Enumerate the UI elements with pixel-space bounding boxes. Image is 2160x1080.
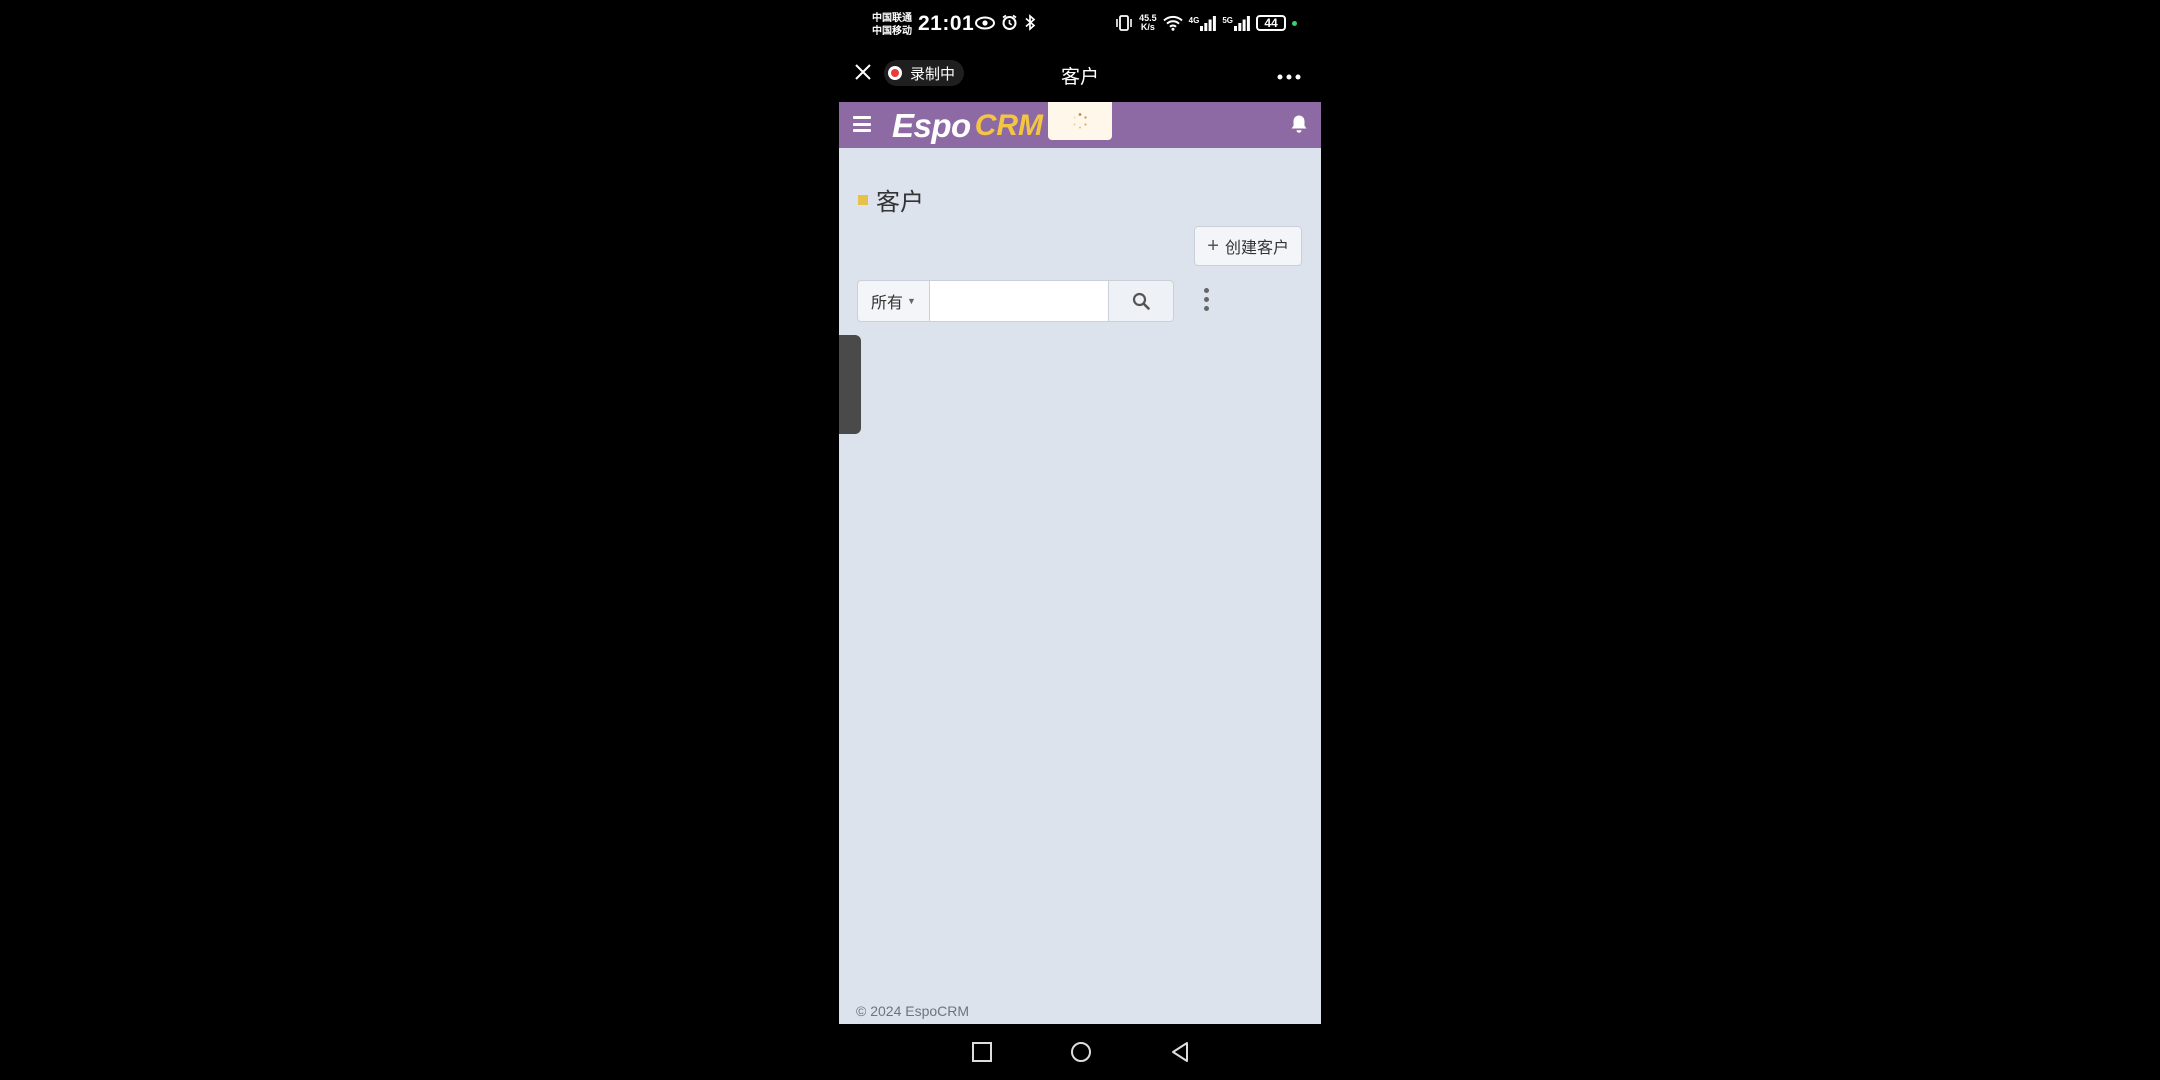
page-title: 客户 — [876, 189, 924, 216]
search-bar: 所有 ▼ — [857, 280, 1174, 322]
filter-dropdown[interactable]: 所有 ▼ — [857, 280, 929, 322]
hamburger-menu-icon — [853, 116, 871, 119]
spinner-icon — [1073, 113, 1087, 129]
bluetooth-icon — [1025, 14, 1036, 31]
crm-app: Espo CRM 客户 + 创建客户 所有 ▼ © 2024 EspoCRM — [839, 102, 1321, 1024]
status-bar: 中国联通 中国移动 21:01 45.5 K/s 4G 5G 44 — [839, 0, 1321, 50]
signal-5g: 5G — [1222, 15, 1250, 31]
app-navbar: Espo CRM — [839, 102, 1321, 148]
phone-screen: 中国联通 中国移动 21:01 45.5 K/s 4G 5G 44 录制中 客户… — [839, 0, 1321, 1080]
recents-button[interactable] — [971, 1041, 993, 1068]
page-header: 客户 — [858, 182, 924, 217]
top-bar-title: 客户 — [1060, 67, 1099, 88]
signal-bars-icon — [1234, 15, 1250, 31]
net-speed-unit: K/s — [1140, 22, 1155, 32]
alarm-icon — [1002, 14, 1017, 30]
wifi-icon — [1162, 15, 1183, 31]
notifications-button[interactable] — [1290, 114, 1308, 134]
signal-4g: 4G — [1188, 15, 1217, 31]
search-input[interactable] — [929, 280, 1109, 322]
system-nav-bar — [839, 1024, 1321, 1080]
more-vertical-icon — [1203, 288, 1209, 293]
signal-bars-icon — [1200, 15, 1217, 31]
home-button[interactable] — [1070, 1041, 1092, 1068]
status-left-icons — [975, 14, 1036, 31]
create-account-label: 创建客户 — [1224, 240, 1289, 257]
loading-indicator — [1048, 102, 1112, 140]
carriers: 中国联通 中国移动 — [872, 12, 912, 38]
privacy-dot — [1292, 20, 1297, 26]
square-icon — [972, 1042, 992, 1062]
more-options-button[interactable] — [1277, 64, 1301, 82]
status-time: 21:01 — [918, 12, 975, 35]
caret-down-icon: ▼ — [907, 296, 916, 306]
eye-icon — [975, 16, 995, 29]
battery-indicator: 44 — [1256, 15, 1286, 31]
create-account-button[interactable]: + 创建客户 — [1194, 226, 1302, 266]
carrier-2: 中国移动 — [872, 26, 912, 37]
hamburger-menu-button[interactable] — [853, 116, 871, 132]
circle-icon — [1071, 1042, 1091, 1062]
filter-label: 所有 — [871, 295, 904, 312]
list-actions-button[interactable] — [1201, 288, 1211, 314]
search-button[interactable] — [1109, 280, 1174, 322]
espocrm-logo[interactable]: Espo CRM — [892, 107, 1044, 144]
signal-4g-label: 4G — [1188, 15, 1200, 25]
signal-5g-label: 5G — [1222, 15, 1233, 25]
logo-crm-text: CRM — [974, 109, 1044, 142]
net-speed: 45.5 K/s — [1139, 14, 1157, 32]
back-button[interactable] — [1169, 1041, 1191, 1068]
title-marker — [858, 194, 868, 205]
bell-icon — [1291, 115, 1307, 133]
status-right-icons: 45.5 K/s 4G 5G 44 — [1115, 14, 1297, 32]
plus-icon: + — [1207, 235, 1219, 257]
carrier-1: 中国联通 — [872, 13, 912, 24]
more-horizontal-icon — [1277, 74, 1301, 80]
footer-copyright: © 2024 EspoCRM — [856, 1003, 970, 1019]
top-bar: 录制中 客户 — [839, 50, 1321, 102]
side-drawer-handle[interactable] — [839, 335, 861, 434]
search-icon — [1132, 292, 1150, 310]
vibrate-icon — [1116, 15, 1132, 31]
triangle-back-icon — [1172, 1042, 1188, 1062]
logo-text: Espo — [892, 107, 971, 144]
